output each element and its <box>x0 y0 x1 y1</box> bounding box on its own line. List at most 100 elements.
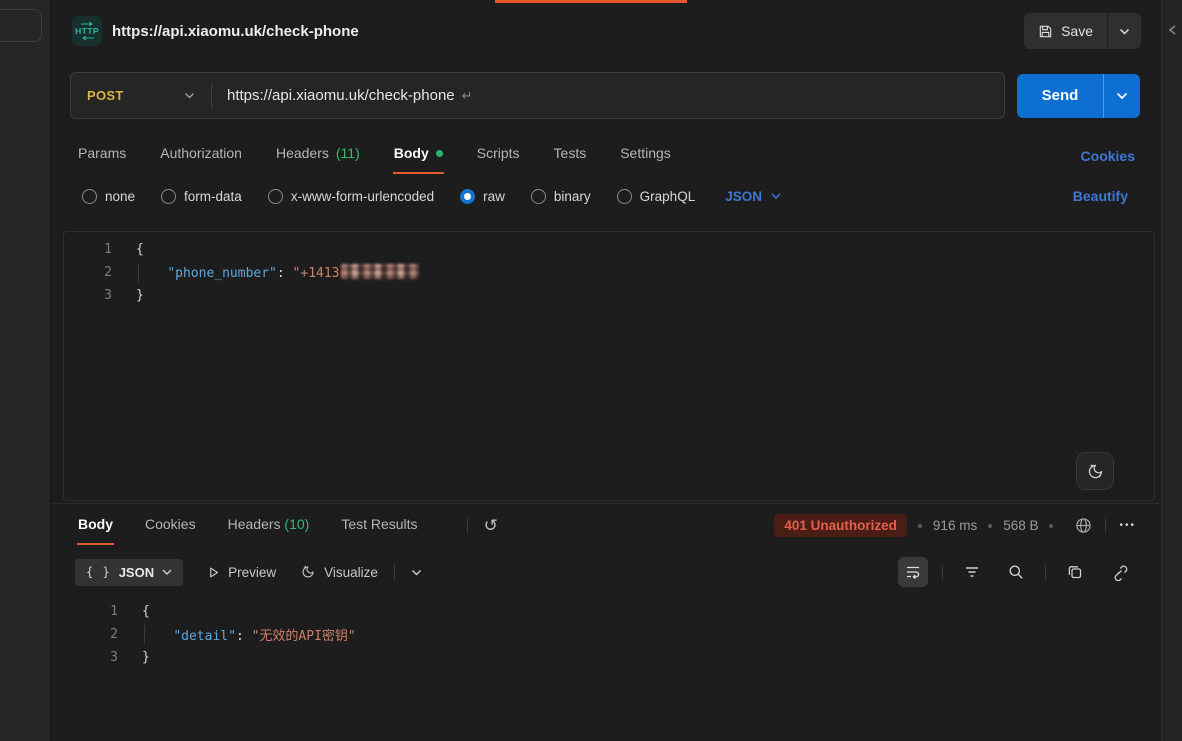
token-str: "无效的API密钥" <box>252 629 356 644</box>
code-line[interactable]: 3} <box>70 646 1161 669</box>
visualize-button[interactable]: Visualize <box>300 564 378 580</box>
format-label: JSON <box>119 565 154 580</box>
line-number: 3 <box>64 288 112 303</box>
body-mode-x-www-form-urlencoded[interactable]: x-www-form-urlencoded <box>268 189 434 204</box>
body-mode-none[interactable]: none <box>82 189 135 204</box>
main-panel: HTTP https://api.xiaomu.uk/check-phone S… <box>52 0 1161 741</box>
more-views-chevron[interactable] <box>411 569 422 576</box>
tab-tests[interactable]: Tests <box>553 137 588 174</box>
response-format-dropdown[interactable]: { } JSON <box>75 559 183 586</box>
radio-icon <box>161 189 176 204</box>
divider <box>394 563 395 581</box>
left-sidebar[interactable] <box>0 0 52 741</box>
tab-params[interactable]: Params <box>77 137 127 174</box>
panel-divider[interactable] <box>52 503 1161 504</box>
request-tabs: Params Authorization Headers(11) Body Script… <box>77 137 1081 174</box>
tab-settings[interactable]: Settings <box>619 137 672 174</box>
body-mode-options: none form-data x-www-form-urlencoded raw bin… <box>82 189 1073 204</box>
right-rail[interactable] <box>1161 0 1182 741</box>
tab-body[interactable]: Body <box>393 137 444 174</box>
response-history-icon[interactable]: ↺ <box>484 517 498 534</box>
link-button[interactable] <box>1104 557 1134 587</box>
search-button[interactable] <box>1001 557 1031 587</box>
enter-key-hint: ↵ <box>462 88 473 104</box>
language-dropdown[interactable]: JSON <box>725 189 781 204</box>
cookies-link[interactable]: Cookies <box>1081 148 1135 164</box>
url-box: POST https://api.xiaomu.uk/check-phone ↵ <box>70 72 1005 119</box>
tab-headers[interactable]: Headers(11) <box>275 137 361 174</box>
divider <box>467 518 468 533</box>
divider <box>1045 565 1046 580</box>
tab-scripts[interactable]: Scripts <box>476 137 521 174</box>
response-tabs: Body Cookies Headers (10) Test Results <box>77 506 468 545</box>
wrap-text-button[interactable] <box>898 557 928 587</box>
line-number: 2 <box>64 265 112 280</box>
code-line[interactable]: 1{ <box>70 600 1161 623</box>
save-button[interactable]: Save <box>1024 13 1107 49</box>
response-size[interactable]: 568 B <box>1003 518 1038 533</box>
send-button[interactable]: Send <box>1017 74 1103 118</box>
line-number: 3 <box>70 650 118 665</box>
response-tab-test-results[interactable]: Test Results <box>340 506 418 545</box>
tab-label: Scripts <box>477 145 520 161</box>
code-line[interactable]: 2 "phone_number": "+1413 <box>64 261 1154 284</box>
tab-label: Body <box>394 145 429 161</box>
preview-button[interactable]: Preview <box>207 565 276 580</box>
line-number: 1 <box>70 604 118 619</box>
more-options-icon[interactable]: ••• <box>1119 520 1136 531</box>
response-time[interactable]: 916 ms <box>933 518 977 533</box>
save-options-button[interactable] <box>1107 13 1141 49</box>
braces-icon: { } <box>86 565 111 579</box>
beautify-link[interactable]: Beautify <box>1073 188 1128 204</box>
response-tab-body[interactable]: Body <box>77 506 114 545</box>
url-input[interactable]: https://api.xiaomu.uk/check-phone <box>212 87 455 104</box>
body-mode-raw[interactable]: raw <box>460 189 505 204</box>
status-badge[interactable]: 401 Unauthorized <box>774 514 907 537</box>
filter-button[interactable] <box>957 557 987 587</box>
chevron-down-icon <box>771 193 781 199</box>
code-line[interactable]: 1{ <box>64 238 1154 261</box>
method-selector[interactable]: POST <box>71 88 211 103</box>
code-line[interactable]: 2 "detail": "无效的API密钥" <box>70 623 1161 646</box>
tab-count: (10) <box>281 516 310 532</box>
radio-icon <box>460 189 475 204</box>
request-header: HTTP https://api.xiaomu.uk/check-phone S… <box>52 0 1161 62</box>
wrap-text-icon <box>905 564 921 580</box>
response-tab-headers[interactable]: Headers (10) <box>227 506 311 545</box>
request-body-editor[interactable]: 1{2 "phone_number": "+14133} <box>63 231 1155 501</box>
token-punct: : <box>236 629 252 644</box>
code-text: } <box>118 650 150 665</box>
floppy-disk-icon <box>1038 24 1053 39</box>
mode-label: raw <box>483 189 505 204</box>
send-options-button[interactable] <box>1103 74 1140 118</box>
request-url-bar: POST https://api.xiaomu.uk/check-phone ↵… <box>52 62 1161 129</box>
body-mode-binary[interactable]: binary <box>531 189 591 204</box>
indent-guide <box>144 625 145 644</box>
network-globe-icon[interactable] <box>1075 517 1092 534</box>
body-mode-graphql[interactable]: GraphQL <box>617 189 696 204</box>
language-label: JSON <box>725 189 762 204</box>
chevron-down-icon <box>1119 28 1130 35</box>
copy-button[interactable] <box>1060 557 1090 587</box>
response-body-editor[interactable]: 1{2 "detail": "无效的API密钥"3} <box>52 592 1161 741</box>
body-mode-form-data[interactable]: form-data <box>161 189 242 204</box>
dot-separator <box>988 524 992 528</box>
code-text: { <box>112 242 144 257</box>
response-meta: 401 Unauthorized 916 ms 568 B ••• <box>774 514 1136 537</box>
code-text: "phone_number": "+1413 <box>112 264 419 281</box>
code-line[interactable]: 3} <box>64 284 1154 307</box>
token-punct: : <box>277 266 293 281</box>
sidebar-collapsed-item[interactable] <box>0 9 42 42</box>
filter-icon <box>964 565 980 579</box>
tab-authorization[interactable]: Authorization <box>159 137 243 174</box>
mode-label: binary <box>554 189 591 204</box>
line-number: 2 <box>70 627 118 642</box>
collapse-arrow-icon[interactable] <box>1168 24 1177 36</box>
chevron-down-icon <box>184 92 195 99</box>
postbot-ai-button[interactable] <box>1076 452 1114 490</box>
save-button-label: Save <box>1061 23 1093 39</box>
radio-icon <box>531 189 546 204</box>
send-button-group: Send <box>1017 74 1140 118</box>
tab-label: Tests <box>554 145 587 161</box>
response-tab-cookies[interactable]: Cookies <box>144 506 197 545</box>
